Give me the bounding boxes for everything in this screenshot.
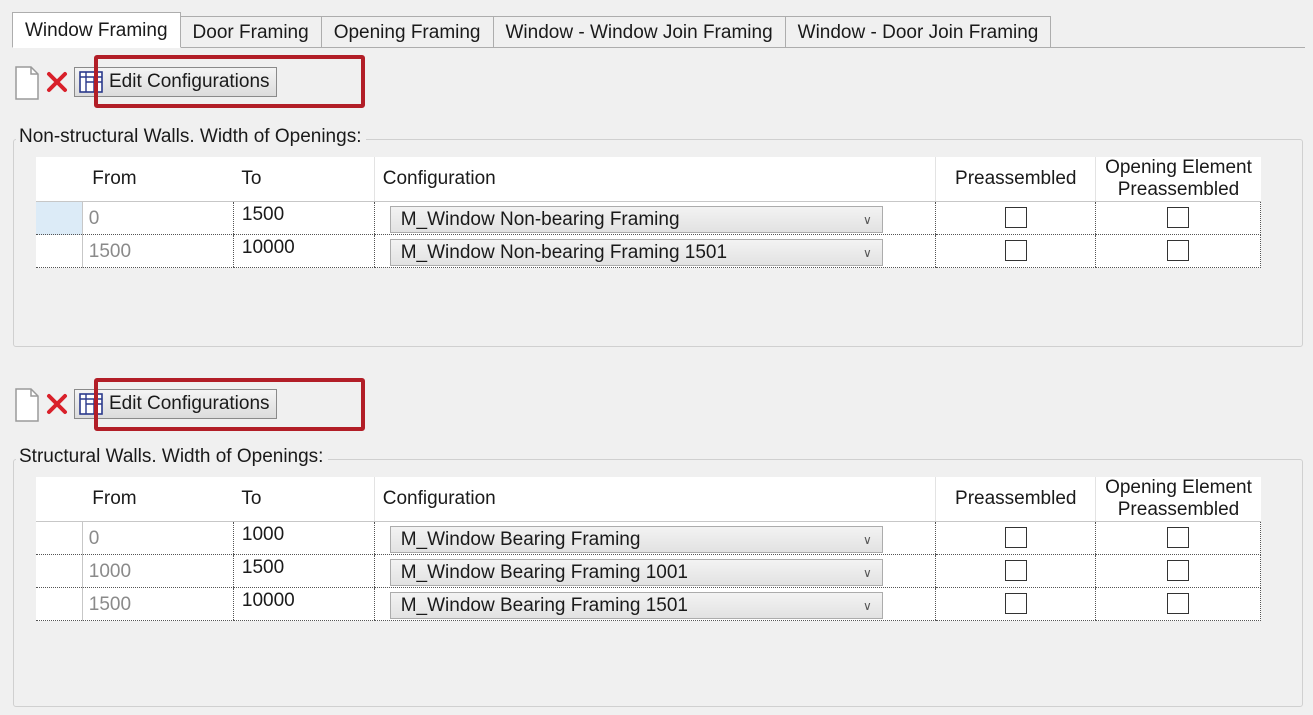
cell-to[interactable]: 1500	[232, 201, 375, 235]
preassembled-checkbox[interactable]	[1004, 207, 1027, 229]
delete-x-icon[interactable]	[44, 389, 70, 419]
row-selector-header	[36, 157, 83, 202]
preassembled-checkbox[interactable]	[1004, 527, 1027, 549]
cell-preassembled	[935, 587, 1096, 621]
chevron-down-icon: ∨	[862, 532, 872, 547]
col-preassembled-header: Preassembled	[935, 477, 1096, 522]
new-document-icon[interactable]	[14, 66, 40, 100]
preassembled-checkbox[interactable]	[1004, 560, 1027, 582]
cell-configuration: M_Window Non-bearing Framing ∨	[373, 201, 936, 235]
opening-element-checkbox[interactable]	[1167, 593, 1190, 615]
cell-opening-element	[1095, 554, 1261, 588]
table-row[interactable]: 1500 10000 M_Window Non-bearing Framing …	[36, 234, 1261, 268]
opening-element-checkbox[interactable]	[1167, 527, 1190, 549]
configuration-dropdown[interactable]: M_Window Bearing Framing ∨	[389, 526, 883, 553]
cell-to[interactable]: 10000	[232, 234, 375, 268]
cell-configuration: M_Window Non-bearing Framing 1501 ∨	[373, 234, 936, 268]
tab-bar: Window Framing Door Framing Opening Fram…	[12, 12, 1052, 48]
col-configuration-header: Configuration	[373, 477, 936, 522]
cell-from[interactable]: 0	[81, 521, 234, 555]
cell-opening-element	[1095, 587, 1261, 621]
configuration-dropdown[interactable]: M_Window Bearing Framing 1501 ∨	[389, 592, 883, 619]
row-selector[interactable]	[36, 554, 83, 588]
configuration-dropdown[interactable]: M_Window Bearing Framing 1001 ∨	[389, 559, 883, 586]
chevron-down-icon: ∨	[862, 212, 872, 227]
opening-element-checkbox[interactable]	[1167, 240, 1190, 262]
cell-preassembled	[935, 234, 1096, 268]
col-configuration-header: Configuration	[373, 157, 936, 202]
cell-to[interactable]: 10000	[232, 587, 375, 621]
structural-title: Structural Walls. Width of Openings:	[16, 446, 329, 468]
col-to-header: To	[233, 157, 375, 202]
cell-opening-element	[1095, 521, 1261, 555]
row-selector[interactable]	[36, 587, 83, 621]
configuration-dropdown[interactable]: M_Window Non-bearing Framing ∨	[389, 206, 883, 233]
cell-to[interactable]: 1500	[232, 554, 375, 588]
table-row[interactable]: 0 1000 M_Window Bearing Framing ∨	[36, 521, 1261, 555]
cell-opening-element	[1095, 234, 1261, 268]
cell-from[interactable]: 1000	[81, 554, 234, 588]
row-selector[interactable]	[36, 521, 83, 555]
tab-window-framing[interactable]: Window Framing	[12, 12, 181, 48]
preassembled-checkbox[interactable]	[1004, 240, 1027, 262]
opening-element-checkbox[interactable]	[1167, 560, 1190, 582]
col-opening-element-header: Opening Element Preassembled	[1095, 157, 1261, 202]
highlight-box	[94, 378, 365, 431]
cell-configuration: M_Window Bearing Framing 1001 ∨	[373, 554, 936, 588]
cell-to[interactable]: 1000	[232, 521, 375, 555]
cell-opening-element	[1095, 201, 1261, 235]
new-document-icon[interactable]	[14, 388, 40, 422]
table-row[interactable]: 0 1500 M_Window Non-bearing Framing ∨	[36, 201, 1261, 235]
row-selector-header	[36, 477, 83, 522]
nonstructural-title: Non-structural Walls. Width of Openings:	[16, 126, 367, 148]
cell-preassembled	[935, 201, 1096, 235]
table-header: From To Configuration Preassembled Openi…	[36, 477, 1261, 522]
col-opening-element-header: Opening Element Preassembled	[1095, 477, 1261, 522]
configuration-dropdown[interactable]: M_Window Non-bearing Framing 1501 ∨	[389, 239, 883, 266]
table-row[interactable]: 1500 10000 M_Window Bearing Framing 1501…	[36, 587, 1261, 621]
cell-configuration: M_Window Bearing Framing ∨	[373, 521, 936, 555]
col-to-header: To	[233, 477, 375, 522]
preassembled-checkbox[interactable]	[1004, 593, 1027, 615]
row-selector[interactable]	[36, 201, 83, 235]
chevron-down-icon: ∨	[862, 245, 872, 260]
cell-from[interactable]: 1500	[81, 587, 234, 621]
table-row[interactable]: 1000 1500 M_Window Bearing Framing 1001 ∨	[36, 554, 1261, 588]
opening-element-checkbox[interactable]	[1167, 207, 1190, 229]
cell-from[interactable]: 0	[81, 201, 234, 235]
structural-table: From To Configuration Preassembled Openi…	[36, 477, 1261, 621]
col-from-header: From	[82, 477, 234, 522]
tab-divider	[12, 47, 1305, 48]
nonstructural-table: From To Configuration Preassembled Openi…	[36, 157, 1261, 268]
tab-door-framing[interactable]: Door Framing	[180, 16, 322, 48]
chevron-down-icon: ∨	[862, 565, 872, 580]
chevron-down-icon: ∨	[862, 598, 872, 613]
cell-from[interactable]: 1500	[81, 234, 234, 268]
col-from-header: From	[82, 157, 234, 202]
cell-preassembled	[935, 521, 1096, 555]
highlight-box	[94, 55, 365, 108]
tab-window-window-join-framing[interactable]: Window - Window Join Framing	[493, 16, 786, 48]
col-preassembled-header: Preassembled	[935, 157, 1096, 202]
row-selector[interactable]	[36, 234, 83, 268]
cell-configuration: M_Window Bearing Framing 1501 ∨	[373, 587, 936, 621]
tab-opening-framing[interactable]: Opening Framing	[321, 16, 494, 48]
delete-x-icon[interactable]	[44, 67, 70, 97]
table-header: From To Configuration Preassembled Openi…	[36, 157, 1261, 202]
cell-preassembled	[935, 554, 1096, 588]
tab-window-door-join-framing[interactable]: Window - Door Join Framing	[785, 16, 1052, 48]
